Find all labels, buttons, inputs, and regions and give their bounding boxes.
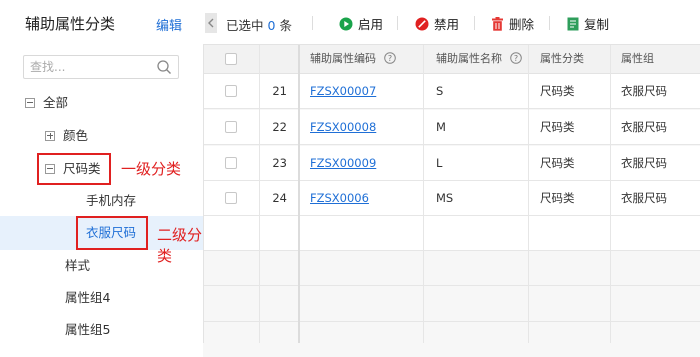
- tree-node-clothes-size[interactable]: 衣服尺码: [86, 221, 136, 245]
- toolbar-divider: [312, 16, 313, 30]
- table-row[interactable]: 23 FZSX00009 L 尺码类 衣服尺码: [203, 146, 700, 181]
- collapse-icon[interactable]: [45, 163, 55, 174]
- attribute-code-link[interactable]: FZSX00008: [310, 110, 376, 145]
- attribute-category: 尺码类: [540, 156, 575, 170]
- sidebar: 辅助属性分类 编辑 全部 颜色 尺码类 一级分类 手机内存 衣服尺码 二级分类 …: [0, 0, 203, 343]
- tree-node-phone-memory[interactable]: 手机内存: [86, 189, 136, 213]
- enable-button[interactable]: 启用: [339, 14, 383, 33]
- trash-icon: [492, 16, 503, 31]
- annotation-level1: 一级分类: [121, 160, 182, 178]
- attribute-category: 尺码类: [540, 84, 575, 98]
- tree-node-color[interactable]: 颜色: [45, 124, 88, 148]
- column-header-group: 属性组: [621, 52, 654, 65]
- attribute-group: 衣服尺码: [621, 120, 667, 134]
- selection-prefix: 已选中: [226, 18, 264, 33]
- tree-node-size-label: 尺码类: [63, 161, 101, 176]
- column-header-name-label: 辅助属性名称: [436, 52, 502, 65]
- empty-row: [203, 216, 700, 251]
- row-checkbox[interactable]: [225, 121, 237, 133]
- column-header-name: 辅助属性名称 ?: [436, 45, 522, 73]
- attribute-code-link[interactable]: FZSX00009: [310, 146, 376, 181]
- attribute-code-link[interactable]: FZSX00007: [310, 74, 376, 109]
- sidebar-title: 辅助属性分类: [25, 15, 116, 33]
- sidebar-divider: [203, 45, 204, 343]
- attribute-name: M: [436, 120, 446, 134]
- selection-suffix: 条: [279, 18, 292, 33]
- row-number: 21: [272, 84, 287, 98]
- column-divider: [259, 45, 260, 343]
- attribute-group: 衣服尺码: [621, 84, 667, 98]
- row-checkbox[interactable]: [225, 192, 237, 204]
- column-header-code: 辅助属性编码 ?: [310, 45, 396, 73]
- selection-count: 0: [267, 18, 276, 33]
- column-divider: [423, 45, 424, 343]
- row-checkbox[interactable]: [225, 85, 237, 97]
- play-circle-icon: [339, 17, 353, 30]
- expand-icon[interactable]: [45, 130, 55, 141]
- table-row[interactable]: 24 FZSX0006 MS 尺码类 衣服尺码: [203, 181, 700, 216]
- column-divider: [528, 45, 529, 343]
- select-all-checkbox[interactable]: [225, 53, 237, 65]
- empty-row: [203, 322, 700, 357]
- tree-node-root-label: 全部: [43, 95, 69, 110]
- attribute-category: 尺码类: [540, 120, 575, 134]
- tree-node-size[interactable]: 尺码类: [45, 157, 101, 181]
- enable-label: 启用: [358, 17, 384, 32]
- copy-label: 复制: [584, 17, 610, 32]
- empty-row: [203, 251, 700, 286]
- annotation-level2: 二级分类: [157, 226, 203, 265]
- attribute-code-link[interactable]: FZSX0006: [310, 181, 369, 216]
- search-icon[interactable]: [156, 59, 172, 75]
- attribute-name: L: [436, 156, 443, 170]
- edit-link[interactable]: 编辑: [156, 15, 182, 34]
- row-number: 23: [272, 156, 287, 170]
- column-divider: [298, 45, 300, 343]
- row-checkbox[interactable]: [225, 157, 237, 169]
- column-header-code-label: 辅助属性编码: [310, 52, 376, 65]
- tree-node-group5[interactable]: 属性组5: [65, 318, 110, 342]
- search-input[interactable]: [30, 59, 150, 75]
- chevron-left-icon: [208, 18, 214, 28]
- selection-status: 已选中 0 条: [226, 15, 292, 34]
- grid-header: 辅助属性编码 ? 辅助属性名称 ? 属性分类 属性组: [203, 45, 700, 74]
- tree-node-group4[interactable]: 属性组4: [65, 286, 110, 310]
- attribute-group: 衣服尺码: [621, 156, 667, 170]
- column-divider: [610, 45, 611, 343]
- copy-doc-icon: [567, 17, 579, 30]
- back-button[interactable]: [205, 13, 217, 33]
- toolbar-divider: [397, 16, 398, 30]
- help-icon[interactable]: ?: [383, 52, 396, 64]
- table-row[interactable]: 21 FZSX00007 S 尺码类 衣服尺码: [203, 74, 700, 109]
- tree-node-root[interactable]: 全部: [25, 91, 68, 115]
- delete-button[interactable]: 删除: [491, 14, 534, 33]
- row-number: 24: [272, 191, 287, 205]
- svg-text:?: ?: [387, 54, 391, 63]
- attribute-group: 衣服尺码: [621, 191, 667, 205]
- table-row[interactable]: 22 FZSX00008 M 尺码类 衣服尺码: [203, 110, 700, 145]
- disable-label: 禁用: [434, 17, 460, 32]
- tree-node-style[interactable]: 样式: [65, 254, 90, 278]
- row-number: 22: [272, 120, 287, 134]
- toolbar-divider: [474, 16, 475, 30]
- disable-button[interactable]: 禁用: [415, 14, 459, 33]
- collapse-icon[interactable]: [25, 97, 35, 108]
- empty-row: [203, 287, 700, 322]
- copy-button[interactable]: 复制: [567, 14, 609, 33]
- ban-icon: [415, 17, 429, 30]
- attribute-name: MS: [436, 191, 454, 205]
- delete-label: 删除: [509, 17, 535, 32]
- tree-node-color-label: 颜色: [63, 128, 89, 143]
- help-icon[interactable]: ?: [509, 52, 522, 64]
- attribute-category: 尺码类: [540, 191, 575, 205]
- search-box: [23, 55, 179, 79]
- attribute-name: S: [436, 84, 444, 98]
- toolbar-divider: [549, 16, 550, 30]
- column-header-category: 属性分类: [540, 52, 584, 65]
- svg-text:?: ?: [513, 54, 517, 63]
